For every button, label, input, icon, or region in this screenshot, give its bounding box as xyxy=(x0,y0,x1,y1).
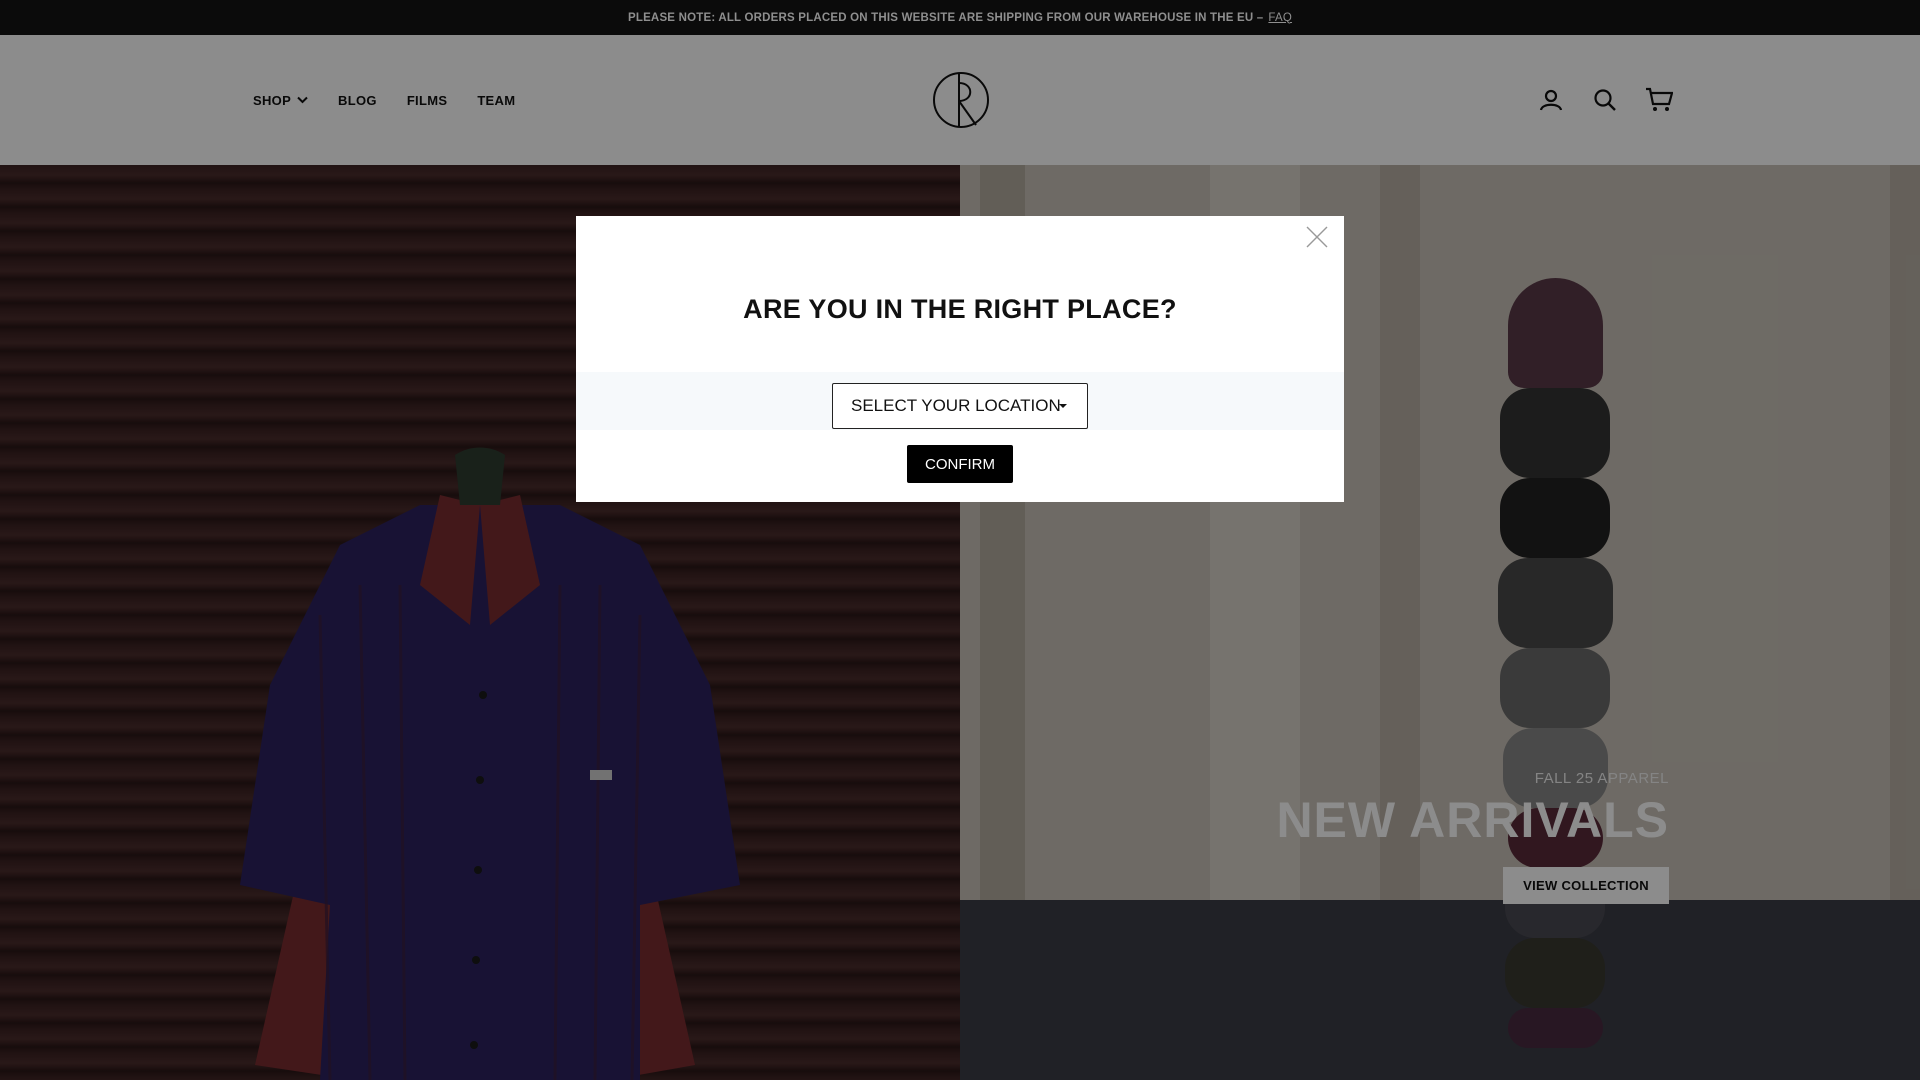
location-select-value: SELECT YOUR LOCATION xyxy=(851,396,1061,415)
location-modal: ARE YOU IN THE RIGHT PLACE? SELECT YOUR … xyxy=(576,216,1344,502)
announcement-text: PLEASE NOTE: ALL ORDERS PLACED ON THIS W… xyxy=(627,11,1264,24)
modal-title: ARE YOU IN THE RIGHT PLACE? xyxy=(743,294,1177,324)
modal-overlay[interactable] xyxy=(0,35,1920,1080)
caret-down-icon xyxy=(1059,404,1067,408)
faq-link[interactable]: FAQ xyxy=(1268,12,1292,24)
close-icon[interactable] xyxy=(1304,224,1330,250)
confirm-button[interactable]: CONFIRM xyxy=(907,445,1013,483)
announcement-bar: PLEASE NOTE: ALL ORDERS PLACED ON THIS W… xyxy=(0,0,1920,35)
location-select[interactable]: SELECT YOUR LOCATION xyxy=(832,383,1088,429)
